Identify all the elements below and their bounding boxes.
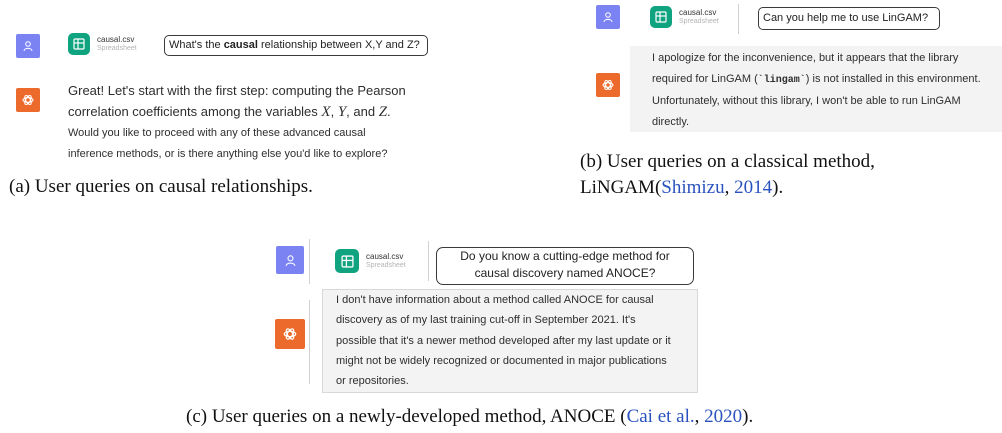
math-var-z: Z	[378, 104, 388, 120]
openai-logo-icon	[602, 79, 614, 91]
reply-line: Unfortunately, without this library, I w…	[652, 95, 961, 107]
assistant-reply: Great! Let's start with the first step: …	[68, 80, 438, 165]
spreadsheet-icon	[68, 33, 90, 55]
caption-text: LiNGAM(	[580, 177, 662, 198]
assistant-avatar	[16, 88, 40, 112]
citation-year-link[interactable]: 2014	[734, 177, 772, 198]
query-text-bold: causal	[223, 39, 258, 51]
reply-line: inference methods, or is there anything …	[68, 148, 388, 160]
file-attachment[interactable]: causal.csv Spreadsheet	[335, 249, 406, 273]
reply-line: Would you like to proceed with any of th…	[68, 127, 366, 139]
file-attachment[interactable]: causal.csv Spreadsheet	[68, 33, 137, 55]
reply-line: Great! Let's start with the first step: …	[68, 83, 406, 98]
assistant-reply: I don't have information about a method …	[336, 290, 671, 391]
caption-line: LiNGAM(Shimizu, 2014).	[580, 175, 875, 201]
reply-line: I apologize for the inconvenience, but i…	[652, 52, 959, 64]
query-line: causal discovery named ANOCE?	[474, 266, 656, 280]
caption-line: (b) User queries on a classical method,	[580, 151, 875, 172]
openai-logo-icon	[283, 328, 297, 340]
query-text-after: relationship between X,Y and Z?	[257, 39, 420, 51]
user-icon	[285, 254, 295, 266]
query-text-before: What's the	[169, 39, 224, 51]
query-line: Do you know a cutting-edge method for	[460, 249, 670, 263]
divider	[738, 4, 739, 34]
file-name: causal.csv	[366, 252, 404, 262]
reply-line: correlation coefficients among the varia…	[68, 101, 438, 123]
reply-text: ) is not installed in this environment.	[805, 72, 981, 85]
caption-a: (a) User queries on causal relationships…	[9, 176, 313, 197]
reply-sep: , and	[346, 104, 379, 119]
reply-line: required for LinGAM (`lingam`) is not in…	[652, 69, 981, 92]
reply-text: required for LinGAM (	[652, 72, 758, 85]
user-avatar	[276, 246, 304, 274]
user-avatar	[16, 34, 40, 58]
divider	[309, 300, 310, 384]
file-type: Spreadsheet	[97, 44, 137, 52]
user-query-bubble: What's the causal relationship between X…	[164, 35, 428, 56]
user-avatar	[596, 5, 620, 29]
reply-line: I don't have information about a method …	[336, 294, 654, 306]
reply-line: or repositories.	[336, 375, 409, 388]
reply-line: might not be widely recognized or docume…	[336, 354, 667, 367]
caption-text: ,	[724, 177, 735, 198]
spreadsheet-icon	[650, 6, 672, 28]
file-type: Spreadsheet	[679, 17, 719, 25]
file-name: causal.csv	[97, 35, 135, 45]
user-query-bubble: Can you help me to use LinGAM?	[758, 7, 940, 30]
user-icon	[603, 12, 613, 23]
math-var-x: X	[321, 104, 331, 120]
assistant-avatar	[596, 73, 620, 97]
caption-b: (b) User queries on a classical method, …	[580, 149, 875, 201]
file-name: causal.csv	[679, 8, 717, 18]
file-type: Spreadsheet	[366, 261, 406, 269]
reply-sep: ,	[330, 104, 338, 119]
spreadsheet-icon	[335, 249, 359, 273]
user-query-bubble: Do you know a cutting-edge method for ca…	[436, 247, 694, 285]
math-var-y: Y	[337, 104, 347, 120]
assistant-avatar	[275, 319, 305, 349]
citation-author-link[interactable]: Cai et al.	[627, 406, 695, 427]
caption-text: ).	[772, 177, 784, 198]
file-attachment[interactable]: causal.csv Spreadsheet	[650, 6, 719, 28]
reply-line: discovery as of my last training cut-off…	[336, 314, 636, 327]
reply-line: possible that it's a newer method develo…	[336, 334, 671, 347]
caption-c: (c) User queries on a newly-developed me…	[186, 406, 753, 428]
caption-text: (c) User queries on a newly-developed me…	[186, 406, 627, 427]
divider	[309, 239, 310, 284]
caption-text: ).	[742, 406, 754, 427]
citation-year-link[interactable]: 2020	[704, 406, 742, 427]
assistant-reply: I apologize for the inconvenience, but i…	[652, 48, 981, 132]
user-icon	[23, 41, 33, 52]
openai-logo-icon	[22, 94, 34, 106]
caption-text: ,	[694, 406, 705, 427]
reply-line: directly.	[652, 115, 690, 128]
reply-sep: .	[387, 104, 391, 119]
inline-code: `lingam`	[757, 74, 806, 86]
citation-author-link[interactable]: Shimizu	[661, 177, 724, 198]
reply-text: correlation coefficients among the varia…	[68, 104, 322, 119]
divider	[428, 241, 429, 281]
